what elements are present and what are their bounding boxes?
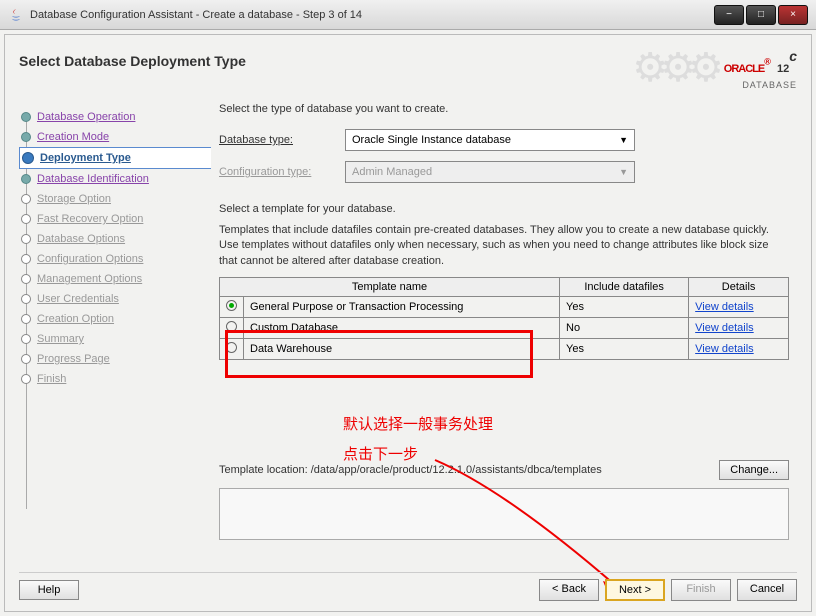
sidebar-step-user-credentials: User Credentials [19,289,211,309]
annotation-text-1: 默认选择一般事务处理 [343,413,493,434]
page-title: Select Database Deployment Type [19,53,246,69]
annotation-text-2: 点击下一步 [343,443,418,464]
next-button[interactable]: Next > [605,579,665,601]
view-details-link[interactable]: View details [695,301,754,313]
sidebar-step-creation-mode[interactable]: Creation Mode [19,127,211,147]
wizard-sidebar: Database Operation Creation Mode Deploym… [19,103,211,543]
configuration-type-label: Configuration type: [219,166,337,178]
console-area [219,488,789,540]
view-details-link[interactable]: View details [695,343,754,355]
col-details: Details [689,278,789,297]
sidebar-step-progress-page: Progress Page [19,349,211,369]
sidebar-step-configuration-options: Configuration Options [19,249,211,269]
table-row[interactable]: General Purpose or Transaction Processin… [220,297,789,318]
radio-general-purpose[interactable] [226,300,237,311]
close-button[interactable]: × [778,5,808,25]
chevron-down-icon: ▼ [619,167,628,177]
template-table: Template name Include datafiles Details … [219,277,789,360]
template-section-label: Select a template for your database. [219,203,789,215]
cancel-button[interactable]: Cancel [737,579,797,601]
main-panel: Select the type of database you want to … [211,103,797,543]
configuration-type-select: Admin Managed ▼ [345,161,635,183]
help-button[interactable]: Help [19,580,79,600]
java-icon [8,7,24,23]
template-location-label: Template location: /data/app/oracle/prod… [219,464,602,476]
radio-custom-database[interactable] [226,321,237,332]
back-button[interactable]: < Back [539,579,599,601]
oracle-logo: ORACLE® 12c DATABASE [724,46,797,90]
sidebar-step-finish: Finish [19,369,211,389]
instruction-text: Select the type of database you want to … [219,103,789,115]
sidebar-step-storage-option: Storage Option [19,189,211,209]
sidebar-step-database-options: Database Options [19,229,211,249]
gear-decoration: ⚙⚙⚙ [632,45,716,91]
window-title: Database Configuration Assistant - Creat… [30,9,714,21]
col-include-datafiles: Include datafiles [560,278,689,297]
change-button[interactable]: Change... [719,460,789,480]
chevron-down-icon: ▼ [619,135,628,145]
titlebar: Database Configuration Assistant - Creat… [0,0,816,30]
sidebar-step-fast-recovery: Fast Recovery Option [19,209,211,229]
finish-button: Finish [671,579,731,601]
sidebar-step-database-identification[interactable]: Database Identification [19,169,211,189]
sidebar-step-management-options: Management Options [19,269,211,289]
maximize-button[interactable]: □ [746,5,776,25]
database-type-label: Database type: [219,134,337,146]
database-type-select[interactable]: Oracle Single Instance database ▼ [345,129,635,151]
table-row[interactable]: Custom Database No View details [220,318,789,339]
table-row[interactable]: Data Warehouse Yes View details [220,339,789,360]
sidebar-step-creation-option: Creation Option [19,309,211,329]
view-details-link[interactable]: View details [695,322,754,334]
col-template-name: Template name [220,278,560,297]
template-description: Templates that include datafiles contain… [219,223,789,269]
radio-data-warehouse[interactable] [226,342,237,353]
sidebar-step-database-operation[interactable]: Database Operation [19,107,211,127]
minimize-button[interactable]: − [714,5,744,25]
sidebar-step-deployment-type[interactable]: Deployment Type [19,147,211,169]
sidebar-step-summary: Summary [19,329,211,349]
